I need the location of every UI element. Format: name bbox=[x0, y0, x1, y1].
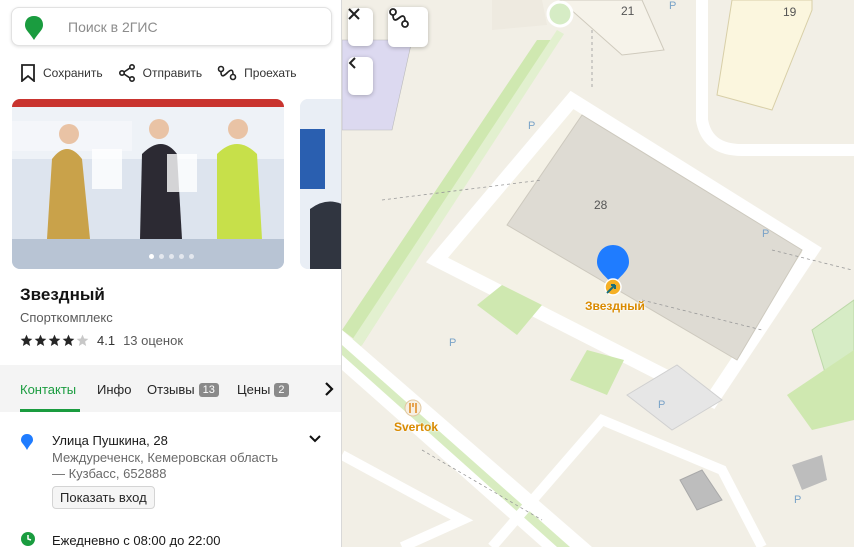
marker-label[interactable]: Звездный bbox=[585, 299, 645, 313]
carousel-dots bbox=[149, 254, 194, 259]
carousel-dot[interactable] bbox=[159, 254, 164, 259]
tab-label: Контакты bbox=[20, 382, 77, 397]
tab-contacts[interactable]: Контакты bbox=[20, 382, 76, 397]
parking-label: P bbox=[658, 399, 666, 411]
clock-icon bbox=[21, 532, 35, 546]
chevron-left-icon bbox=[348, 57, 356, 69]
map-view[interactable]: 21 19 28 P P P P P P Звездный Svertok bbox=[342, 0, 854, 547]
save-label: Сохранить bbox=[43, 66, 103, 80]
address-street[interactable]: Улица Пушкина, 28 bbox=[52, 433, 168, 448]
rating-stars bbox=[20, 334, 89, 347]
bookmark-icon bbox=[21, 64, 35, 82]
carousel-dot[interactable] bbox=[189, 254, 194, 259]
place-title: Звездный bbox=[20, 285, 105, 304]
tab-bar: Контакты Инфо Отзывы 13 Цены 2 bbox=[0, 365, 341, 412]
tab-label: Цены bbox=[237, 382, 271, 397]
rating-count: 13 оценок bbox=[123, 333, 184, 348]
tab-info[interactable]: Инфо bbox=[97, 382, 131, 397]
route-button[interactable] bbox=[388, 7, 428, 47]
star-icon bbox=[62, 334, 75, 347]
place-category: Спорткомплекс bbox=[20, 310, 113, 325]
star-icon bbox=[20, 334, 33, 347]
parking-label: P bbox=[528, 120, 536, 132]
location-pin-icon bbox=[21, 434, 33, 450]
chevron-right-icon bbox=[325, 382, 334, 396]
share-icon bbox=[118, 64, 135, 82]
share-button[interactable]: Отправить bbox=[118, 64, 203, 82]
prices-badge: 2 bbox=[274, 382, 289, 397]
opening-hours: Ежедневно с 08:00 до 22:00 bbox=[52, 533, 221, 547]
active-tab-indicator bbox=[20, 409, 80, 412]
carousel-dot[interactable] bbox=[149, 254, 154, 259]
2gis-logo-icon bbox=[25, 16, 43, 40]
carousel-dot[interactable] bbox=[169, 254, 174, 259]
building-number: 28 bbox=[594, 198, 608, 212]
tab-label: Инфо bbox=[97, 382, 132, 397]
parking-label: P bbox=[762, 228, 770, 240]
place-photo[interactable] bbox=[12, 99, 284, 269]
close-panel-button[interactable] bbox=[348, 8, 373, 46]
directions-button[interactable]: Проехать bbox=[217, 64, 297, 82]
show-entrance-button[interactable]: Показать вход bbox=[52, 486, 155, 509]
parking-label: P bbox=[669, 0, 677, 12]
place-panel: Поиск в 2ГИС Сохранить Отправить Проехат… bbox=[0, 0, 342, 547]
star-icon bbox=[76, 334, 89, 347]
search-input[interactable]: Поиск в 2ГИС bbox=[68, 19, 158, 35]
address-region: — Кузбасс, 652888 bbox=[52, 466, 167, 481]
parking-label: P bbox=[449, 337, 457, 349]
poi-label[interactable]: Svertok bbox=[394, 420, 438, 434]
collapse-panel-button[interactable] bbox=[348, 57, 373, 95]
building-number: 21 bbox=[621, 4, 635, 18]
search-bar[interactable]: Поиск в 2ГИС bbox=[11, 7, 332, 46]
star-icon bbox=[48, 334, 61, 347]
address-city: Междуреченск, Кемеровская область bbox=[52, 450, 278, 465]
save-button[interactable]: Сохранить bbox=[20, 64, 103, 82]
directions-label: Проехать bbox=[244, 66, 297, 80]
route-icon bbox=[217, 65, 237, 81]
place-photo[interactable] bbox=[300, 99, 341, 269]
rating-value: 4.1 bbox=[97, 333, 116, 348]
tab-reviews[interactable]: Отзывы 13 bbox=[147, 382, 219, 397]
route-icon bbox=[389, 8, 409, 28]
share-label: Отправить bbox=[142, 66, 203, 80]
tab-label: Отзывы bbox=[147, 382, 195, 397]
carousel-dot[interactable] bbox=[179, 254, 184, 259]
star-icon bbox=[34, 334, 47, 347]
photo-carousel[interactable] bbox=[12, 99, 341, 269]
tab-prices[interactable]: Цены 2 bbox=[237, 382, 289, 397]
rating-row[interactable]: 4.1 13 оценок bbox=[20, 333, 183, 348]
reviews-badge: 13 bbox=[198, 382, 219, 397]
close-icon bbox=[348, 8, 360, 20]
chevron-down-icon[interactable] bbox=[308, 432, 322, 446]
building-number: 19 bbox=[783, 5, 797, 19]
action-bar: Сохранить Отправить Проехать bbox=[20, 64, 312, 82]
parking-label: P bbox=[794, 494, 802, 506]
tabs-scroll-right-button[interactable] bbox=[316, 376, 341, 402]
